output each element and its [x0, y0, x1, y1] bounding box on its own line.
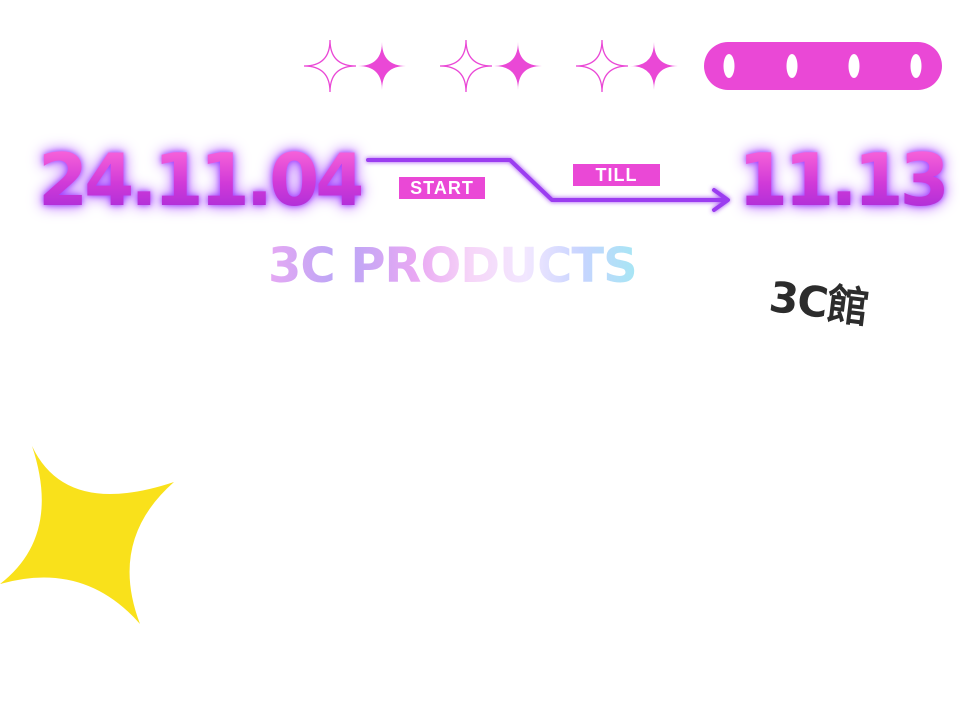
- end-date: 11.13: [738, 138, 950, 222]
- pill-dot: [848, 54, 860, 78]
- pill-dot: [723, 54, 735, 78]
- four-point-star-icon: [0, 446, 174, 624]
- sparkle-row: [303, 39, 678, 93]
- sparkle-outline-icon: [303, 39, 357, 93]
- chain-pill-icon: [704, 42, 942, 90]
- start-label: START: [399, 177, 485, 199]
- sparkle-filled-icon: [494, 42, 542, 90]
- pill-dot: [786, 54, 798, 78]
- products-title: 3C PRODUCTS: [268, 238, 638, 294]
- sparkle-outline-icon: [439, 39, 493, 93]
- sparkle-filled-icon: [358, 42, 406, 90]
- sparkle-outline-icon: [575, 39, 629, 93]
- start-date: 24.11.04: [38, 138, 365, 222]
- hall-label: 3C館: [766, 272, 871, 333]
- pill-dot: [910, 54, 922, 78]
- till-label: TILL: [573, 164, 660, 186]
- sparkle-filled-icon: [630, 42, 678, 90]
